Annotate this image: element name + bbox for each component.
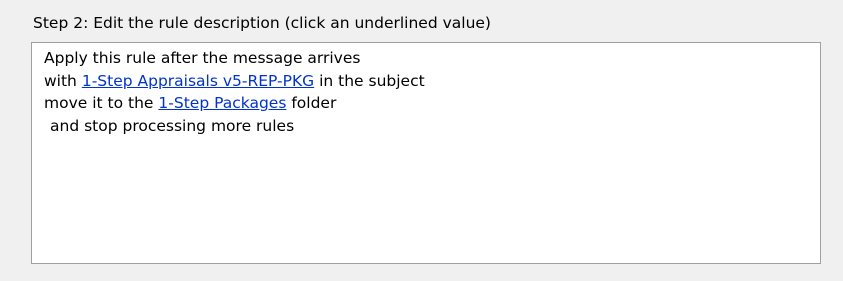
subject-condition-suffix: in the subject (319, 71, 425, 90)
rule-line-condition-timing: Apply this rule after the message arrive… (44, 49, 361, 67)
rule-line-stop-processing: and stop processing more rules (50, 116, 295, 135)
step2-label: Step 2: Edit the rule description (click… (33, 14, 491, 32)
move-action-prefix: move it to the (44, 94, 154, 112)
rule-line-move-action: move it to the 1-Step Packages folder (44, 92, 820, 115)
rule-description-box: Apply this rule after the message arrive… (31, 42, 821, 264)
target-folder-link[interactable]: 1-Step Packages (158, 94, 286, 112)
subject-condition-prefix: with (44, 71, 77, 90)
rule-line-subject-condition: with 1-Step Appraisals v5-REP-PKG in the… (44, 70, 820, 93)
subject-value-link[interactable]: 1-Step Appraisals v5-REP-PKG (82, 72, 314, 90)
move-action-suffix: folder (291, 94, 337, 112)
